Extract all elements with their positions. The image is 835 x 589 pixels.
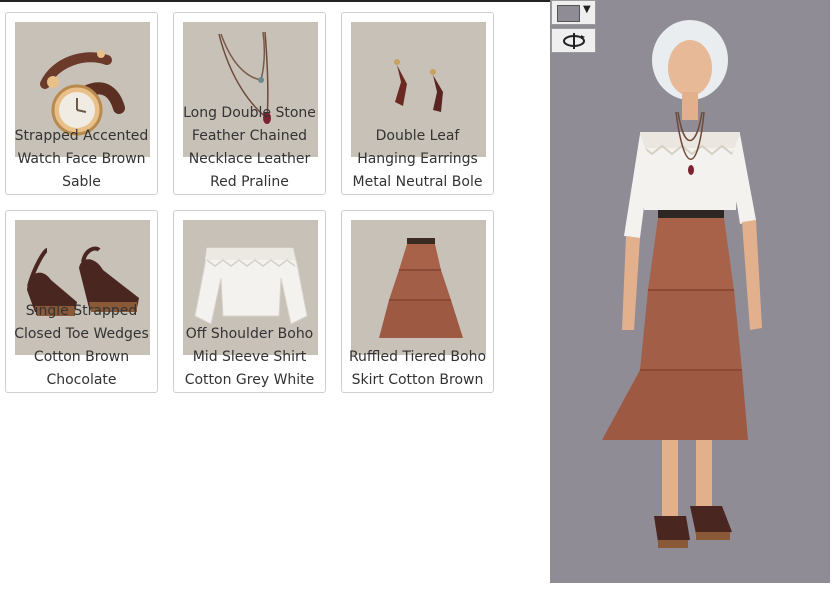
- item-label: Ruffled Tiered Boho Skirt Cotton Brown: [348, 349, 487, 388]
- item-label: Double Leaf Hanging Earrings Metal Neutr…: [352, 128, 483, 190]
- top-border: [0, 0, 550, 2]
- item-card-blouse[interactable]: Off Shoulder Boho Mid Sleeve Shirt Cotto…: [173, 210, 326, 393]
- avatar-figure: [602, 20, 762, 548]
- item-card-necklace[interactable]: Long Double Stone Feather Chained Neckla…: [173, 12, 326, 195]
- color-swatch-icon: [557, 5, 580, 22]
- skirt-image: [379, 238, 463, 338]
- item-card-earrings[interactable]: Double Leaf Hanging Earrings Metal Neutr…: [341, 12, 494, 195]
- item-label: Long Double Stone Feather Chained Neckla…: [183, 105, 316, 190]
- rotate-avatar-button[interactable]: [551, 28, 596, 53]
- background-color-picker[interactable]: ▼: [551, 0, 596, 25]
- item-label: Off Shoulder Boho Mid Sleeve Shirt Cotto…: [184, 326, 315, 388]
- item-card-skirt[interactable]: Ruffled Tiered Boho Skirt Cotton Brown: [341, 210, 494, 393]
- avatar-preview-panel: [550, 0, 830, 583]
- item-label: Single Strapped Closed Toe Wedges Cotton…: [14, 303, 149, 388]
- rotate-icon: [563, 33, 585, 49]
- caret-down-icon: ▼: [583, 4, 591, 15]
- item-card-wedges[interactable]: Single Strapped Closed Toe Wedges Cotton…: [5, 210, 158, 393]
- item-label: Strapped Accented Watch Face Brown Sable: [14, 128, 149, 190]
- item-thumbnail: [351, 220, 486, 355]
- item-card-watch[interactable]: Strapped Accented Watch Face Brown Sable: [5, 12, 158, 195]
